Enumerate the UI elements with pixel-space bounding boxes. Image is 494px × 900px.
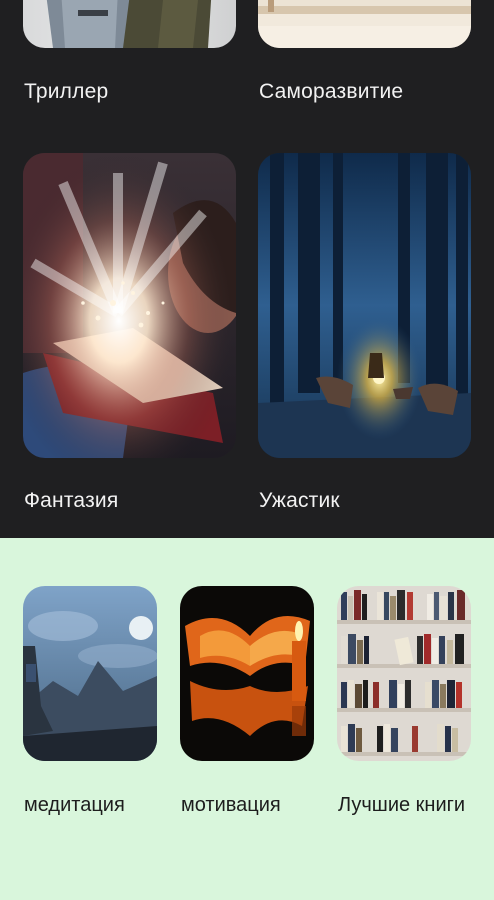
horror-cover-image bbox=[258, 153, 471, 458]
fantasy-cover-image bbox=[23, 153, 236, 458]
thriller-cover-image bbox=[23, 0, 236, 48]
category-card-horror[interactable] bbox=[258, 153, 471, 458]
genres-section: Триллер Саморазвитие Фантазия Ужастик bbox=[0, 0, 494, 538]
category-label-motivation[interactable]: мотивация bbox=[181, 792, 281, 819]
category-label-self-development[interactable]: Саморазвитие bbox=[259, 80, 403, 104]
category-label-horror[interactable]: Ужастик bbox=[259, 489, 340, 513]
category-label-meditation[interactable]: медитация bbox=[24, 792, 125, 819]
category-card-self-development[interactable] bbox=[258, 0, 471, 48]
category-label-best-books[interactable]: Лучшие книги bbox=[338, 792, 472, 819]
motivation-cover-image bbox=[180, 586, 314, 761]
category-card-fantasy[interactable] bbox=[23, 153, 236, 458]
category-card-best-books[interactable] bbox=[337, 586, 471, 761]
category-card-meditation[interactable] bbox=[23, 586, 157, 761]
self-development-cover-image bbox=[258, 0, 471, 48]
category-card-motivation[interactable] bbox=[180, 586, 314, 761]
category-label-thriller[interactable]: Триллер bbox=[24, 80, 108, 104]
category-label-fantasy[interactable]: Фантазия bbox=[24, 489, 118, 513]
category-card-thriller[interactable] bbox=[23, 0, 236, 48]
best-books-cover-image bbox=[337, 586, 471, 761]
meditation-cover-image bbox=[23, 586, 157, 761]
